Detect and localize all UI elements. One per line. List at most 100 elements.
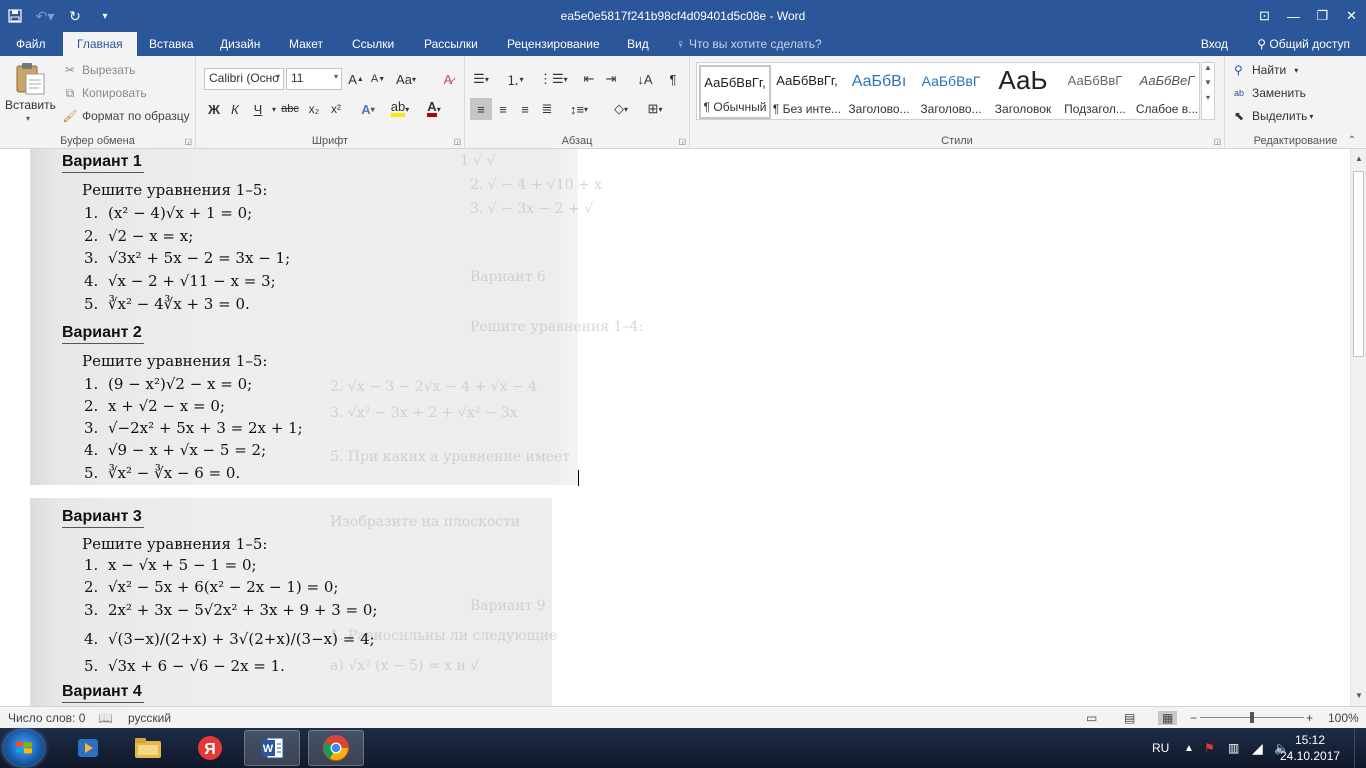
clock[interactable]: 15:12 24.10.2017: [1280, 732, 1340, 764]
font-name-combo[interactable]: Calibri (Осно ▾: [204, 68, 284, 90]
change-case-button[interactable]: Aa ▾: [396, 68, 416, 90]
zoom-in-icon[interactable]: +: [1306, 711, 1313, 725]
tab-file[interactable]: Файл: [14, 32, 48, 56]
increase-indent-icon[interactable]: ⇥: [601, 68, 621, 90]
share-button[interactable]: ⚲ Общий доступ: [1257, 32, 1350, 56]
web-layout-icon[interactable]: ▦: [1158, 711, 1178, 725]
bold-button[interactable]: Ж: [204, 98, 224, 120]
vertical-scrollbar[interactable]: ▲ ▼: [1350, 149, 1366, 706]
more-styles-icon[interactable]: ▾: [1202, 93, 1214, 102]
scrollbar-thumb[interactable]: [1353, 171, 1364, 357]
decrease-indent-icon[interactable]: ⇤: [579, 68, 599, 90]
styles-launcher-icon[interactable]: ◲: [1213, 137, 1221, 146]
styles-scroll[interactable]: ▲ ▼ ▾: [1201, 62, 1215, 120]
tab-design[interactable]: Дизайн: [218, 32, 262, 56]
tab-mailings[interactable]: Рассылки: [422, 32, 480, 56]
signal-icon[interactable]: ◢: [1252, 728, 1263, 768]
zoom-out-icon[interactable]: −: [1190, 711, 1197, 725]
tab-view[interactable]: Вид: [625, 32, 651, 56]
align-left-icon[interactable]: ≡: [470, 98, 492, 120]
pilcrow-icon[interactable]: ¶: [663, 68, 683, 90]
zoom-slider-thumb[interactable]: [1250, 712, 1254, 723]
style-subtle-emphasis[interactable]: АаБбВеГ Слабое в...: [1131, 65, 1203, 119]
restore-icon[interactable]: ❐: [1308, 0, 1337, 32]
justify-icon[interactable]: ≣: [537, 98, 557, 120]
paste-dropdown-icon[interactable]: ▾: [26, 114, 30, 123]
word-taskbar-icon[interactable]: W: [244, 730, 300, 766]
text-effects-icon[interactable]: A ▾: [358, 98, 378, 120]
format-painter-button[interactable]: 🖌 Формат по образцу: [62, 106, 189, 126]
ribbon-display-options-icon[interactable]: ⊡: [1250, 0, 1279, 32]
style-normal[interactable]: АаБбВвГг, ¶ Обычный: [699, 65, 771, 119]
chevron-up-icon[interactable]: ▲: [1202, 63, 1214, 72]
scroll-down-icon[interactable]: ▼: [1351, 688, 1366, 704]
italic-button[interactable]: К: [225, 98, 245, 120]
grow-font-icon[interactable]: A ▲: [346, 68, 366, 90]
style-no-spacing[interactable]: АаБбВвГг, ¶ Без инте...: [771, 65, 843, 119]
minimize-icon[interactable]: —: [1279, 0, 1308, 32]
yandex-browser-icon[interactable]: Я: [182, 730, 238, 766]
paste-button[interactable]: Вставить: [5, 98, 56, 112]
bullets-icon[interactable]: ☰ ▾: [471, 68, 491, 90]
start-button[interactable]: [4, 730, 44, 766]
tell-me-box[interactable]: ♀ Что вы хотите сделать?: [676, 32, 822, 56]
action-center-icon[interactable]: ⚑: [1204, 728, 1215, 768]
paragraph-launcher-icon[interactable]: ◲: [678, 137, 686, 146]
zoom-level[interactable]: 100%: [1328, 711, 1359, 725]
tab-layout[interactable]: Макет: [287, 32, 325, 56]
numbering-icon[interactable]: ⒈ ▾: [505, 68, 525, 90]
font-launcher-icon[interactable]: ◲: [453, 137, 461, 146]
signin-link[interactable]: Вход: [1201, 32, 1228, 56]
close-icon[interactable]: ✕: [1337, 0, 1366, 32]
borders-icon[interactable]: ⊞ ▾: [645, 98, 665, 120]
strikethrough-button[interactable]: abc: [280, 98, 300, 120]
editing-group-label: Редактирование: [1253, 135, 1338, 147]
line-spacing-icon[interactable]: ↕≡ ▾: [569, 98, 589, 120]
scroll-up-icon[interactable]: ▲: [1351, 151, 1366, 167]
replace-button[interactable]: ab Заменить: [1234, 83, 1306, 103]
proofing-icon[interactable]: 📖: [98, 711, 113, 725]
style-subtitle[interactable]: АаБбВвГ Подзагол...: [1059, 65, 1131, 119]
clear-formatting-icon[interactable]: A̷: [438, 68, 458, 90]
print-layout-icon[interactable]: ▤: [1124, 711, 1135, 725]
multilevel-list-icon[interactable]: ⋮☰ ▾: [539, 68, 568, 90]
font-size-combo[interactable]: 11 ▾: [286, 68, 342, 90]
style-sample: АаЬ: [998, 65, 1048, 95]
highlight-icon[interactable]: ab ▾: [390, 98, 410, 120]
read-mode-icon[interactable]: ▭: [1086, 711, 1097, 725]
font-color-icon[interactable]: A ▾: [424, 98, 444, 120]
subscript-button[interactable]: x₂: [304, 98, 324, 120]
cut-button[interactable]: ✂ Вырезать: [62, 60, 135, 80]
style-heading-1[interactable]: АаБбВı Заголово...: [843, 65, 915, 119]
collapse-ribbon-icon[interactable]: ⌃: [1348, 135, 1356, 146]
tab-review[interactable]: Рецензирование: [505, 32, 602, 56]
media-player-icon[interactable]: [60, 730, 116, 766]
style-title[interactable]: АаЬ Заголовок: [987, 65, 1059, 119]
chevron-down-icon[interactable]: ▼: [1202, 78, 1214, 87]
sort-icon[interactable]: ↓A: [635, 68, 655, 90]
shading-icon[interactable]: ◇ ▾: [611, 98, 631, 120]
align-center-icon[interactable]: ≡: [493, 98, 513, 120]
word-count[interactable]: Число слов: 0: [8, 711, 85, 725]
language-indicator[interactable]: русский: [128, 711, 171, 725]
shrink-font-icon[interactable]: A ▼: [368, 68, 388, 90]
show-desktop-button[interactable]: [1354, 728, 1366, 768]
style-heading-2[interactable]: АаБбВвГ Заголово...: [915, 65, 987, 119]
document-area[interactable]: 1 √ √ 2. √ − 4 + √10 + x 3. √ − 3x − 2 +…: [0, 149, 1350, 706]
network-icon[interactable]: ▥: [1228, 728, 1239, 768]
select-button[interactable]: ⬉ Выделить ▾: [1234, 106, 1313, 126]
find-button[interactable]: ⚲ Найти ▾: [1234, 60, 1298, 80]
paste-icon[interactable]: [14, 62, 46, 96]
copy-button[interactable]: ⧉ Копировать: [62, 83, 147, 103]
tab-insert[interactable]: Вставка: [147, 32, 196, 56]
file-explorer-icon[interactable]: [120, 730, 176, 766]
superscript-button[interactable]: x²: [326, 98, 346, 120]
tab-home[interactable]: Главная: [63, 32, 137, 57]
clipboard-launcher-icon[interactable]: ◲: [184, 137, 192, 146]
language-bar[interactable]: RU: [1152, 728, 1169, 768]
show-hidden-icons-icon[interactable]: ▲: [1184, 728, 1194, 768]
chrome-icon[interactable]: [308, 730, 364, 766]
align-right-icon[interactable]: ≡: [515, 98, 535, 120]
tab-references[interactable]: Ссылки: [350, 32, 396, 56]
ribbon: Вставить ▾ ✂ Вырезать ⧉ Копировать 🖌 Формат…: [0, 56, 1366, 149]
